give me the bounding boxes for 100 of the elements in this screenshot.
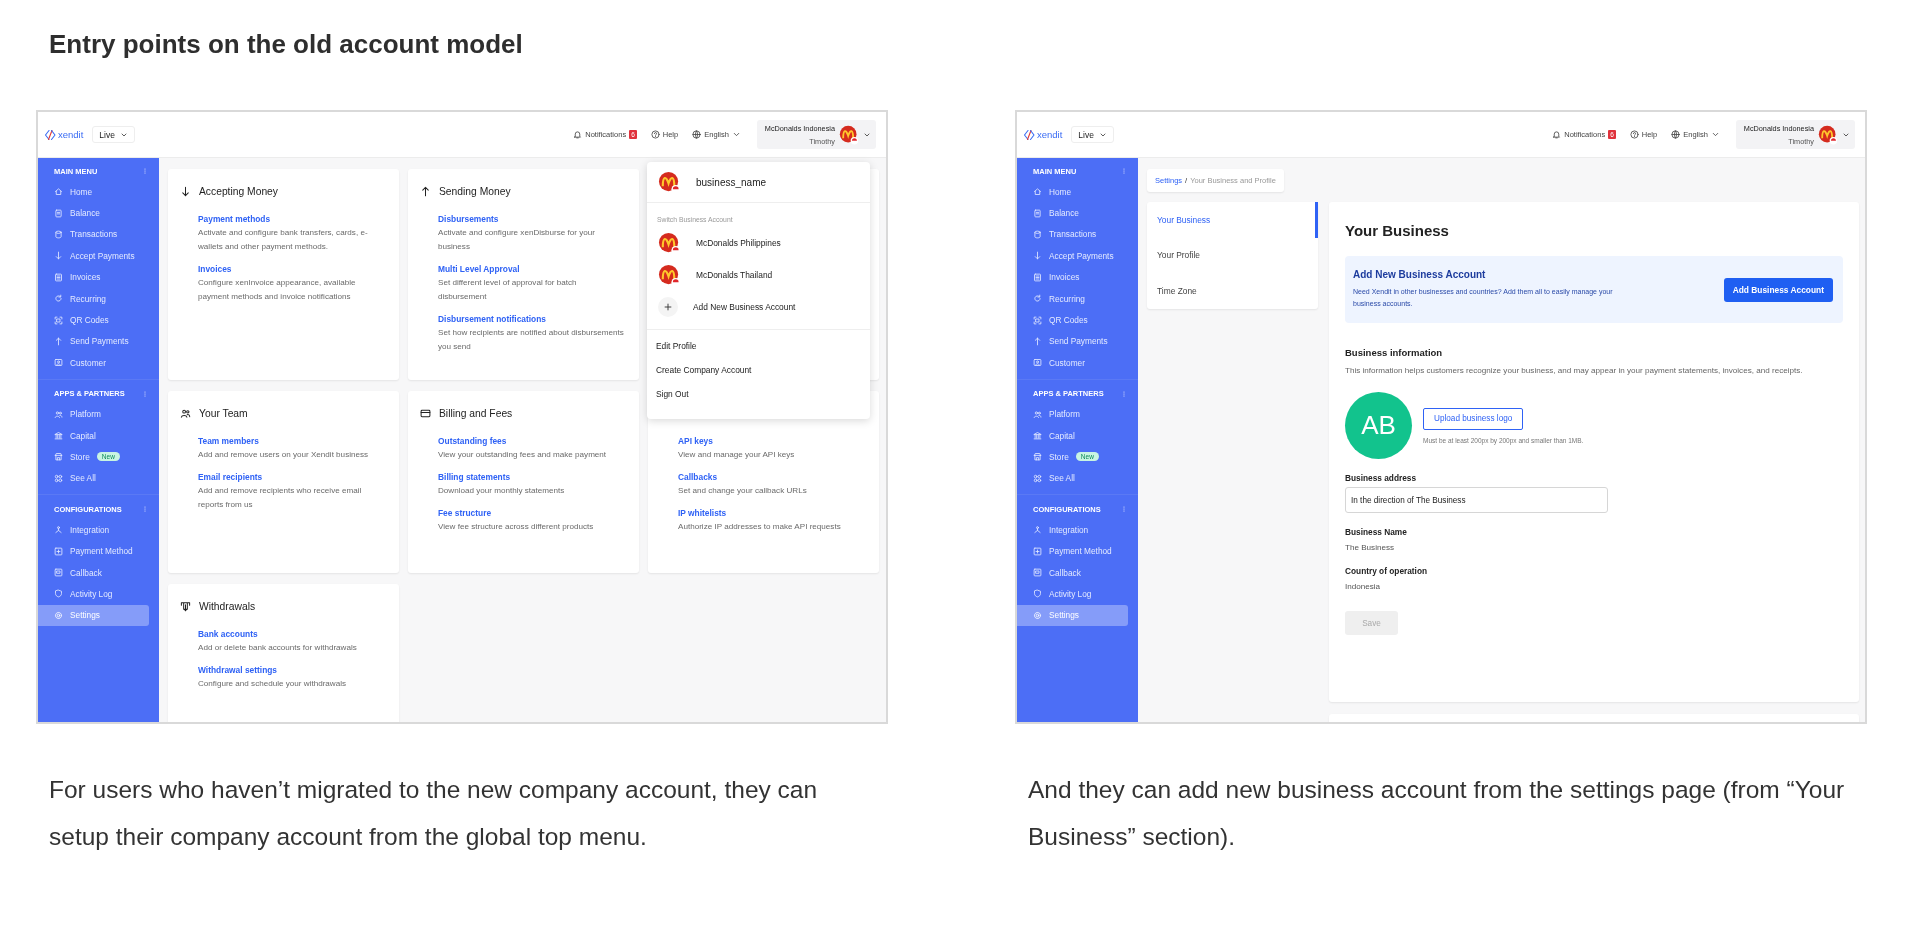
sidebar-item[interactable]: Integration [1017, 519, 1128, 541]
help-icon [1629, 130, 1639, 139]
sidebar-item[interactable]: Platform [1017, 403, 1128, 425]
sidebar-item[interactable]: Integration [38, 519, 149, 541]
card-link[interactable]: Email recipients [198, 471, 385, 483]
globe-icon [692, 130, 702, 139]
sidebar-item[interactable]: Capital [38, 424, 149, 447]
sidebar-item[interactable]: QR Codes [38, 309, 149, 331]
network-icon [1033, 525, 1042, 535]
sidebar-item[interactable]: Customer [38, 352, 149, 374]
sidebar-item[interactable]: See All [1017, 467, 1128, 490]
brand-name: xendit [58, 129, 84, 140]
link-description: Add or delete bank accounts for withdrawals [198, 642, 358, 654]
sidebar-item[interactable]: Accept Payments [38, 245, 149, 267]
sidebar-item[interactable]: Accept Payments [1017, 245, 1128, 267]
menu-item[interactable]: Create Company Account [647, 360, 870, 380]
caption: For users who haven’t migrated to the new company account, they can setup their company account from the global top menu. [48, 775, 819, 852]
sidebar-item[interactable]: Payment Method [38, 540, 149, 562]
sidebar-item[interactable]: Recurring [38, 287, 149, 310]
menu-item[interactable]: Edit Profile [647, 336, 870, 356]
sidebar-item[interactable]: Payment Method [1017, 540, 1128, 562]
sidebar-item[interactable]: Send Payments [38, 330, 149, 353]
sidebar-item[interactable]: Platform [38, 403, 149, 425]
settings-tab[interactable]: Your Profile [1147, 237, 1318, 274]
section-heading: Business information [1345, 347, 1444, 358]
environment-dropdown[interactable]: Live [1071, 126, 1114, 143]
qr-code-icon [1033, 315, 1042, 325]
card-link[interactable]: Outstanding fees [438, 435, 625, 447]
card-link[interactable]: IP whitelists [678, 507, 865, 519]
bank-icon [1033, 431, 1042, 441]
sidebar-item[interactable]: QR Codes [1017, 309, 1128, 331]
store-icon [54, 452, 63, 462]
square-icon [1033, 568, 1042, 578]
menu-item[interactable]: Sign Out [647, 384, 870, 404]
arrow-down-icon [54, 251, 63, 261]
home-icon [1033, 187, 1042, 197]
panel-title: Your Business [1345, 222, 1450, 239]
gear-icon [1033, 610, 1042, 620]
database-icon [1033, 229, 1042, 239]
link-description: Set how recipients are notified about disbursements you send [438, 327, 625, 353]
card-link[interactable]: Billing statements [438, 471, 625, 483]
card-link[interactable]: Fee structure [438, 507, 625, 519]
sidebar-item[interactable]: Invoices [38, 266, 149, 288]
sidebar-item[interactable]: Home [1017, 181, 1128, 203]
environment-dropdown[interactable]: Live [92, 126, 135, 143]
sidebar-item[interactable]: Capital [1017, 424, 1128, 447]
link-description: View fee structure across different products [438, 521, 595, 533]
sidebar-item[interactable]: Callback [1017, 561, 1128, 584]
card-link[interactable]: Payment methods [198, 213, 385, 225]
menu-item[interactable]: Add New Business Account [647, 291, 870, 323]
card-link[interactable]: Withdrawal settings [198, 664, 385, 676]
card-link[interactable]: Invoices [198, 263, 385, 275]
business-avatar: AB [1345, 392, 1412, 459]
credit-card-icon [420, 407, 431, 419]
plus-icon [663, 302, 673, 312]
card-link[interactable]: Disbursement notifications [438, 313, 625, 325]
sidebar-item[interactable]: Settings [1017, 604, 1128, 627]
card-link[interactable]: Multi Level Approval [438, 263, 625, 275]
sidebar-item[interactable]: Recurring [1017, 287, 1128, 310]
card-link[interactable]: API keys [678, 435, 865, 447]
add-business-button[interactable]: Add Business Account [1723, 277, 1833, 302]
settings-tab[interactable]: Your Business [1147, 202, 1318, 238]
address-field[interactable]: In the direction of The Business [1345, 487, 1608, 513]
sidebar-item[interactable]: Settings [38, 604, 149, 627]
card-title: Accepting Money [199, 185, 278, 197]
link-description: Add and remove recipients who receive email reports from us [198, 485, 363, 511]
chevron-down-icon [731, 130, 741, 139]
field-label: Country of operation [1345, 566, 1429, 576]
card-link[interactable]: Disbursements [438, 213, 625, 225]
sidebar-item[interactable]: Customer [1017, 352, 1128, 374]
link-description: Set and change your callback URLs [678, 485, 808, 497]
sidebar-item[interactable]: Callback [38, 561, 149, 584]
sidebar-item[interactable]: Transactions [1017, 223, 1128, 246]
account-item[interactable]: McDonalds Philippines [647, 227, 870, 259]
settings-tab[interactable]: Time Zone [1147, 273, 1318, 309]
sidebar-item[interactable]: Invoices [1017, 266, 1128, 288]
sidebar-item[interactable]: Home [38, 181, 149, 203]
card-link[interactable]: Callbacks [678, 471, 865, 483]
link-description: Authorize IP addresses to make API requests [678, 521, 842, 533]
document-icon [1033, 208, 1042, 218]
card-link[interactable]: Bank accounts [198, 628, 385, 640]
account-item[interactable]: McDonalds Thailand [647, 259, 870, 291]
avatar-icon [658, 231, 681, 255]
sidebar-item[interactable]: Balance [1017, 202, 1128, 224]
link-description: Activate and configure xenDisburse for your business [438, 227, 596, 253]
sidebar-item[interactable]: Send Payments [1017, 330, 1128, 353]
arrow-down-icon [1033, 251, 1042, 261]
sidebar-item[interactable]: Activity Log [38, 583, 149, 605]
plus-square-icon [54, 546, 63, 556]
refresh-icon [54, 294, 63, 304]
sidebar-item[interactable]: Transactions [38, 223, 149, 246]
id-card-icon [54, 358, 63, 368]
sidebar-item[interactable]: See All [38, 467, 149, 490]
upload-button[interactable]: Upload business logo [1423, 407, 1524, 430]
arrow-up-icon [54, 336, 63, 346]
card-title: Billing and Fees [439, 407, 513, 419]
card-link[interactable]: Team members [198, 435, 385, 447]
avatar-icon [1818, 124, 1838, 145]
sidebar-item[interactable]: Balance [38, 202, 149, 224]
sidebar-item[interactable]: Activity Log [1017, 583, 1128, 605]
